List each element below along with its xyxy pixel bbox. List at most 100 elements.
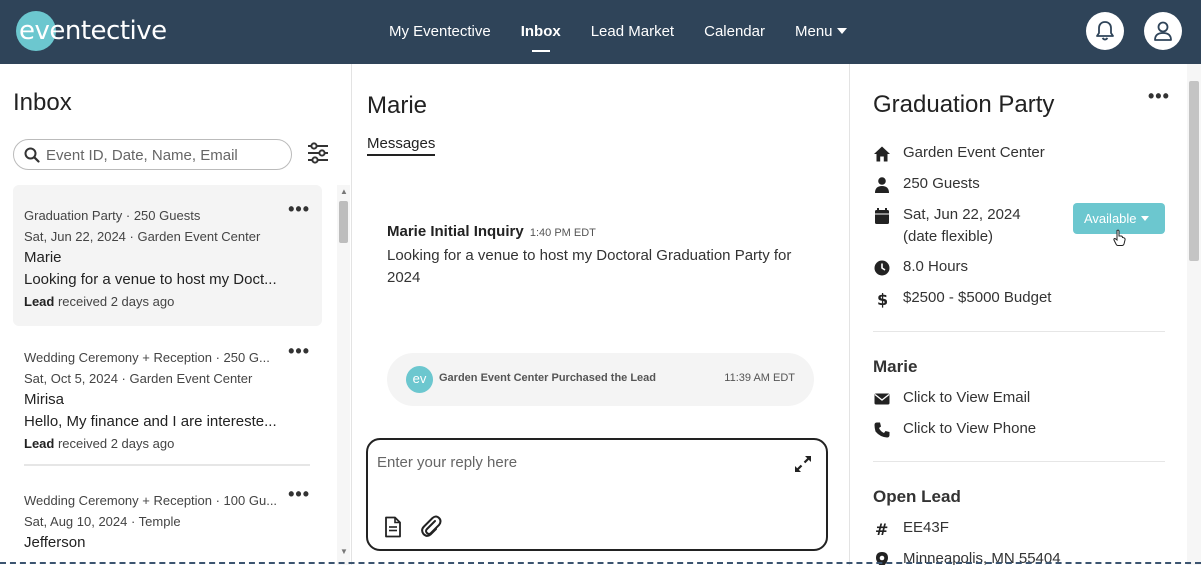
- dollar-icon: $: [877, 290, 888, 308]
- date-note-text: (date flexible): [903, 228, 994, 245]
- guests-text: 250 Guests: [903, 175, 980, 192]
- conversation-panel: Marie Messages Marie Initial Inquiry 1:4…: [353, 64, 850, 565]
- inbox-title: Inbox: [13, 89, 72, 116]
- contact-name: Marie: [873, 357, 918, 376]
- conversation-item[interactable]: Wedding Ceremony + Reception · 250 G... …: [13, 326, 322, 469]
- system-event: ev Garden Event Center Purchased the Lea…: [387, 353, 814, 406]
- bell-icon: [1096, 21, 1114, 41]
- conversation-summary: Wedding Ceremony + Reception · 250 G...: [24, 350, 270, 365]
- scroll-down-icon[interactable]: ▼: [340, 547, 348, 556]
- nav-inbox[interactable]: Inbox: [506, 0, 576, 64]
- scroll-up-icon[interactable]: ▲: [340, 187, 348, 196]
- logo-text: eventective: [19, 16, 167, 46]
- budget-text: $2500 - $5000 Budget: [903, 289, 1052, 306]
- user-icon: [1154, 21, 1172, 41]
- conversation-more-button[interactable]: •••: [288, 484, 310, 505]
- bottom-dashed-border: [0, 562, 1201, 564]
- inbox-panel: Inbox Graduation Party · 250 Guests ••• …: [0, 64, 352, 565]
- nav-my-eventective[interactable]: My Eventective: [374, 0, 506, 64]
- eventective-avatar: ev: [406, 366, 433, 393]
- section-divider: [873, 331, 1165, 332]
- event-details-panel: Graduation Party ••• Garden Event Center…: [851, 64, 1201, 565]
- venue-text: Garden Event Center: [903, 144, 1045, 161]
- person-icon: [875, 177, 889, 193]
- system-event-text: Garden Event Center Purchased the Lead: [439, 372, 657, 384]
- conversation-summary: Graduation Party · 250 Guests: [24, 208, 201, 223]
- nav-menu-label: Menu: [794, 23, 833, 40]
- conversation-date-venue: Sat, Jun 22, 2024 · Garden Event Center: [24, 229, 261, 244]
- template-button[interactable]: [384, 516, 402, 543]
- conversation-preview: Looking for a venue to host my Doct...: [24, 271, 277, 288]
- availability-label: Available: [1084, 211, 1137, 226]
- conversation-date-venue: Sat, Oct 5, 2024 · Garden Event Center: [24, 371, 253, 386]
- conversation-preview: Hello, My finance and I are intereste...: [24, 413, 277, 430]
- message-body: Looking for a venue to host my Doctoral …: [387, 247, 792, 286]
- mail-icon: [874, 393, 890, 405]
- home-icon: [874, 146, 890, 162]
- event-title: Graduation Party: [873, 91, 1055, 118]
- attach-button[interactable]: [420, 515, 442, 544]
- conversation-name: Marie: [24, 249, 62, 266]
- conversation-list: Graduation Party · 250 Guests ••• Sat, J…: [13, 185, 322, 565]
- reply-box: [366, 438, 828, 551]
- filter-button[interactable]: [306, 142, 330, 169]
- status-text: received 2 days ago: [57, 294, 175, 309]
- calendar-icon: [875, 208, 889, 224]
- view-email-link[interactable]: Click to View Email: [903, 389, 1030, 406]
- status-text: received 2 days ago: [57, 436, 175, 451]
- conversation-item[interactable]: Wedding Ceremony + Reception · 100 Gu...…: [13, 469, 322, 565]
- conversation-more-button[interactable]: •••: [288, 341, 310, 362]
- status-label: Lead: [24, 294, 55, 309]
- search-icon: [24, 147, 40, 163]
- svg-text:#: #: [875, 520, 888, 538]
- caret-down-icon: [1140, 216, 1149, 221]
- message-time: 1:40 PM EDT: [529, 227, 596, 239]
- conversation-status: Lead received 2 days ago: [24, 436, 174, 451]
- nav-calendar[interactable]: Calendar: [689, 0, 780, 64]
- search-input[interactable]: [46, 145, 281, 165]
- expand-reply-button[interactable]: [793, 454, 813, 479]
- lead-id-text: EE43F: [903, 519, 949, 536]
- system-event-time: 11:39 AM EDT: [724, 372, 795, 384]
- conversation-status: Lead received 2 days ago: [24, 294, 174, 309]
- svg-text:$: $: [877, 290, 888, 308]
- expand-icon: [795, 456, 811, 472]
- eventective-logo[interactable]: eventective: [16, 11, 167, 51]
- reply-input[interactable]: [377, 454, 777, 478]
- status-label: Lead: [24, 436, 55, 451]
- main-nav: My Eventective Inbox Lead Market Calenda…: [374, 0, 862, 64]
- conversation-item-selected[interactable]: Graduation Party · 250 Guests ••• Sat, J…: [13, 185, 322, 326]
- conversation-date-venue: Sat, Aug 10, 2024 · Temple: [24, 514, 181, 529]
- filter-icon: [308, 142, 328, 164]
- notifications-button[interactable]: [1086, 12, 1124, 50]
- hand-cursor-icon: [1113, 229, 1126, 246]
- document-icon: [385, 516, 401, 538]
- hash-icon: #: [875, 520, 888, 538]
- lead-status-title: Open Lead: [873, 487, 961, 506]
- account-button[interactable]: [1144, 12, 1182, 50]
- nav-lead-market[interactable]: Lead Market: [576, 0, 689, 64]
- message-title-text: Marie Initial Inquiry: [387, 223, 524, 240]
- duration-text: 8.0 Hours: [903, 258, 969, 275]
- conversation-more-button[interactable]: •••: [288, 199, 310, 220]
- page-scroll-thumb[interactable]: [1189, 81, 1199, 261]
- conversation-name: Mirisa: [24, 391, 64, 408]
- phone-icon: [874, 422, 890, 438]
- top-navigation-bar: eventective My Eventective Inbox Lead Ma…: [0, 0, 1201, 64]
- conversation-summary: Wedding Ceremony + Reception · 100 Gu...: [24, 493, 278, 508]
- caret-down-icon: [836, 28, 847, 34]
- list-divider: [24, 464, 310, 466]
- inbox-scroll-thumb[interactable]: [339, 201, 348, 243]
- details-more-button[interactable]: •••: [1148, 86, 1170, 107]
- clock-icon: [874, 260, 890, 276]
- tab-messages[interactable]: Messages: [367, 135, 436, 156]
- nav-menu[interactable]: Menu: [780, 0, 862, 64]
- date-text: Sat, Jun 22, 2024: [903, 206, 1021, 223]
- view-phone-link[interactable]: Click to View Phone: [903, 420, 1036, 437]
- message-title: Marie Initial Inquiry 1:40 PM EDT: [387, 223, 596, 240]
- inbox-scrollbar[interactable]: ▲ ▼: [337, 185, 350, 565]
- search-box: [13, 139, 292, 170]
- contact-name-heading: Marie: [367, 92, 428, 119]
- page-scrollbar[interactable]: [1187, 64, 1201, 565]
- conversation-name: Jefferson: [24, 534, 86, 551]
